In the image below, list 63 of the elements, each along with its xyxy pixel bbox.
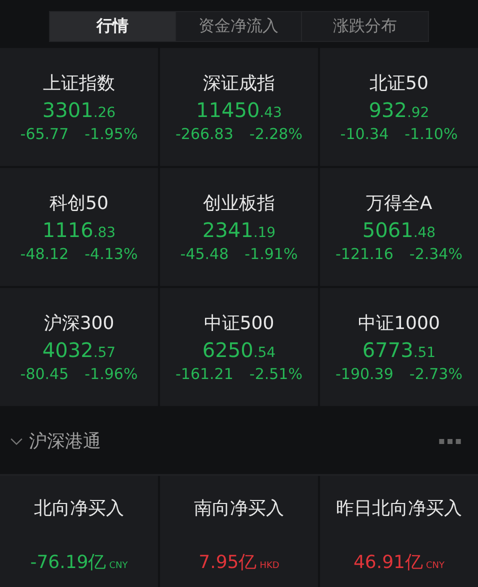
index-price: 6250.54 — [202, 338, 276, 362]
index-percent: -2.73% — [409, 365, 462, 383]
index-price: 6773.51 — [362, 338, 436, 362]
index-percent: -1.10% — [404, 125, 458, 143]
index-price: 11450.43 — [196, 98, 282, 122]
index-percent: -2.51% — [249, 365, 302, 383]
index-card[interactable]: 中证1000 6773.51 -190.39 -2.73% — [320, 288, 478, 406]
index-change: -45.48 — [180, 245, 229, 263]
chevron-icon[interactable] — [10, 436, 23, 446]
index-change: -266.83 — [176, 125, 234, 143]
index-percent: -2.34% — [409, 245, 462, 263]
index-price: 1116.83 — [42, 218, 116, 242]
index-percent: -1.96% — [84, 365, 138, 383]
index-card[interactable]: 沪深300 4032.57 -80.45 -1.96% — [0, 288, 158, 406]
index-price: 5061.48 — [362, 218, 436, 242]
index-percent: -4.13% — [84, 245, 138, 263]
tab[interactable]: 涨跌分布 — [302, 12, 428, 41]
index-name: 沪深300 — [44, 312, 114, 335]
index-name: 北证50 — [370, 72, 428, 95]
section-title: 沪深港通 — [29, 430, 101, 453]
index-price: 4032.57 — [42, 338, 116, 362]
index-name: 中证1000 — [358, 312, 440, 335]
index-change: -80.45 — [20, 365, 69, 383]
index-change: -190.39 — [336, 365, 394, 383]
currency-label: CNY — [109, 561, 128, 571]
index-percent: -1.95% — [84, 125, 138, 143]
index-card[interactable]: 深证成指 11450.43 -266.83 -2.28% — [160, 48, 318, 166]
index-name: 中证500 — [204, 312, 274, 335]
index-card[interactable]: 中证500 6250.54 -161.21 -2.51% — [160, 288, 318, 406]
flow-label: 北向净买入 — [34, 497, 124, 520]
flow-value: 46.91亿 — [353, 551, 423, 574]
index-name: 上证指数 — [43, 72, 115, 95]
tab[interactable]: 行情 — [50, 12, 176, 41]
flow-card[interactable]: 北向净买入 -76.19亿 CNY — [0, 476, 158, 587]
tab[interactable]: 资金净流入 — [176, 12, 302, 41]
index-percent: -1.91% — [244, 245, 298, 263]
index-price: 3301.26 — [42, 98, 116, 122]
flow-value: -76.19亿 — [30, 551, 106, 574]
flow-card[interactable]: 南向净买入 7.95亿 HKD — [160, 476, 318, 587]
index-change: -65.77 — [20, 125, 69, 143]
index-card[interactable]: 上证指数 3301.26 -65.77 -1.95% — [0, 48, 158, 166]
index-name: 创业板指 — [203, 192, 275, 215]
index-name: 深证成指 — [203, 72, 275, 95]
more-icon[interactable] — [438, 438, 462, 444]
flow-label: 南向净买入 — [194, 497, 284, 520]
currency-label: CNY — [426, 561, 445, 571]
index-name: 万得全A — [366, 192, 432, 215]
flow-value: 7.95亿 — [198, 551, 257, 574]
index-card[interactable]: 创业板指 2341.19 -45.48 -1.91% — [160, 168, 318, 286]
index-change: -161.21 — [176, 365, 234, 383]
index-change: -10.34 — [340, 125, 389, 143]
index-price: 2341.19 — [202, 218, 276, 242]
currency-label: HKD — [260, 561, 280, 571]
index-price: 932.92 — [368, 98, 430, 122]
index-card[interactable]: 科创50 1116.83 -48.12 -4.13% — [0, 168, 158, 286]
index-percent: -2.28% — [249, 125, 302, 143]
flow-label: 昨日北向净买入 — [336, 497, 462, 520]
index-name: 科创50 — [50, 192, 108, 215]
index-change: -48.12 — [20, 245, 69, 263]
index-card[interactable]: 北证50 932.92 -10.34 -1.10% — [320, 48, 478, 166]
flow-card[interactable]: 昨日北向净买入 46.91亿 CNY — [320, 476, 478, 587]
index-card[interactable]: 万得全A 5061.48 -121.16 -2.34% — [320, 168, 478, 286]
index-change: -121.16 — [336, 245, 394, 263]
